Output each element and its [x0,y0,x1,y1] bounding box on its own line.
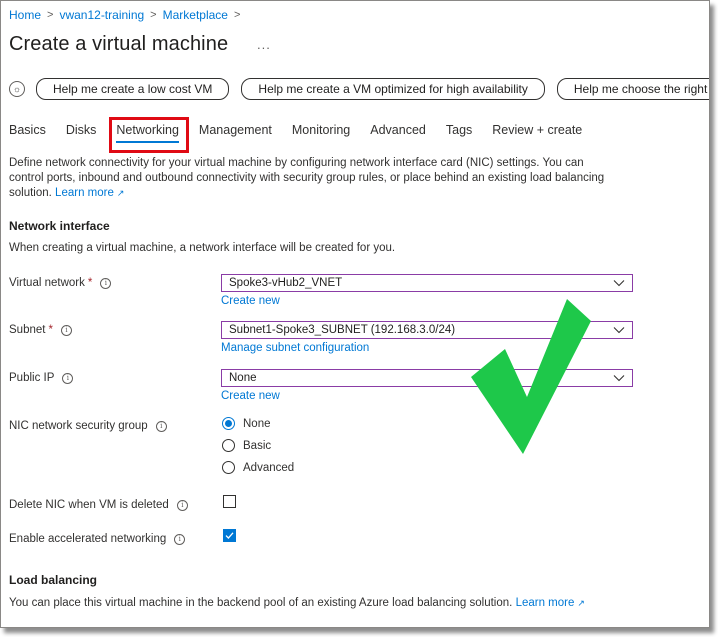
info-icon[interactable]: i [60,324,72,336]
help-low-cost-vm-button[interactable]: Help me create a low cost VM [36,78,230,100]
external-link-icon: ↗ [577,598,585,608]
nsg-label: NIC network security group i [9,420,167,432]
breadcrumb-resource-group[interactable]: vwan12-training [59,8,144,22]
external-link-icon: ↗ [116,188,125,198]
manage-subnet-link[interactable]: Manage subnet configuration [221,342,369,354]
network-interface-heading: Network interface [9,219,110,233]
tab-basics[interactable]: Basics [9,123,46,143]
radio-icon[interactable] [222,439,235,452]
chevron-down-icon [613,280,625,287]
subnet-label: Subnet * i [9,324,72,336]
learn-more-link[interactable]: Learn more [55,187,114,199]
load-balancing-heading: Load balancing [9,573,98,587]
breadcrumb-marketplace[interactable]: Marketplace [163,8,228,22]
network-interface-intro: When creating a virtual machine, a netwo… [9,242,396,254]
helper-prompts: ☼ Help me create a low cost VM Help me c… [9,78,709,100]
nsg-option-none[interactable]: None [222,417,271,430]
create-new-public-ip-link[interactable]: Create new [221,390,280,402]
info-icon[interactable]: i [100,277,112,289]
required-marker: * [48,324,53,336]
chevron-right-icon: > [47,9,54,21]
load-balancing-text: You can place this virtual machine in th… [9,597,585,609]
breadcrumb-home[interactable]: Home [9,8,41,22]
accelerated-networking-label: Enable accelerated networking i [9,533,186,545]
radio-selected-icon[interactable] [222,417,235,430]
wizard-tabs: Basics Disks Networking Management Monit… [9,123,602,143]
load-balancing-learn-more-link[interactable]: Learn more [516,597,575,609]
chevron-down-icon [613,327,625,334]
subnet-value: Subnet1-Spoke3_SUBNET (192.168.3.0/24) [229,324,456,336]
virtual-network-value: Spoke3-vHub2_VNET [229,277,343,289]
radio-icon[interactable] [222,461,235,474]
chevron-right-icon: > [150,9,157,21]
tab-tags[interactable]: Tags [446,123,472,143]
delete-nic-label: Delete NIC when VM is deleted i [9,499,188,511]
accelerated-networking-checkbox[interactable] [223,529,236,542]
create-new-vnet-link[interactable]: Create new [221,295,280,307]
green-checkmark-annotation [471,299,591,454]
tab-management[interactable]: Management [199,123,272,143]
help-high-availability-button[interactable]: Help me create a VM optimized for high a… [241,78,545,100]
nsg-option-advanced[interactable]: Advanced [222,461,294,474]
required-marker: * [87,277,93,289]
tab-advanced[interactable]: Advanced [370,123,426,143]
page-title: Create a virtual machine [9,33,229,55]
tab-monitoring[interactable]: Monitoring [292,123,350,143]
chevron-right-icon: > [233,9,241,21]
info-icon[interactable]: i [62,372,74,384]
info-icon[interactable]: i [155,420,167,432]
chevron-down-icon [613,375,625,382]
tab-disks[interactable]: Disks [66,123,97,143]
public-ip-label: Public IP i [9,372,74,384]
checkmark-icon [225,532,234,539]
nsg-option-basic[interactable]: Basic [222,439,271,452]
tab-highlight-annotation [109,117,189,153]
virtual-network-label: Virtual network * i [9,277,112,289]
info-icon[interactable]: i [176,499,188,511]
public-ip-value: None [229,372,257,384]
portal-window: Home > vwan12-training > Marketplace > C… [0,0,710,628]
tab-review-create[interactable]: Review + create [492,123,582,143]
delete-nic-checkbox[interactable] [223,495,236,508]
info-icon[interactable]: i [174,533,186,545]
virtual-network-dropdown[interactable]: Spoke3-vHub2_VNET [221,274,633,292]
networking-description: Define network connectivity for your vir… [9,156,621,201]
more-options-button[interactable]: ... [257,37,271,52]
breadcrumb: Home > vwan12-training > Marketplace > [9,8,246,22]
copilot-icon: ☼ [9,81,25,97]
help-choose-vm-button[interactable]: Help me choose the right V [556,78,709,100]
